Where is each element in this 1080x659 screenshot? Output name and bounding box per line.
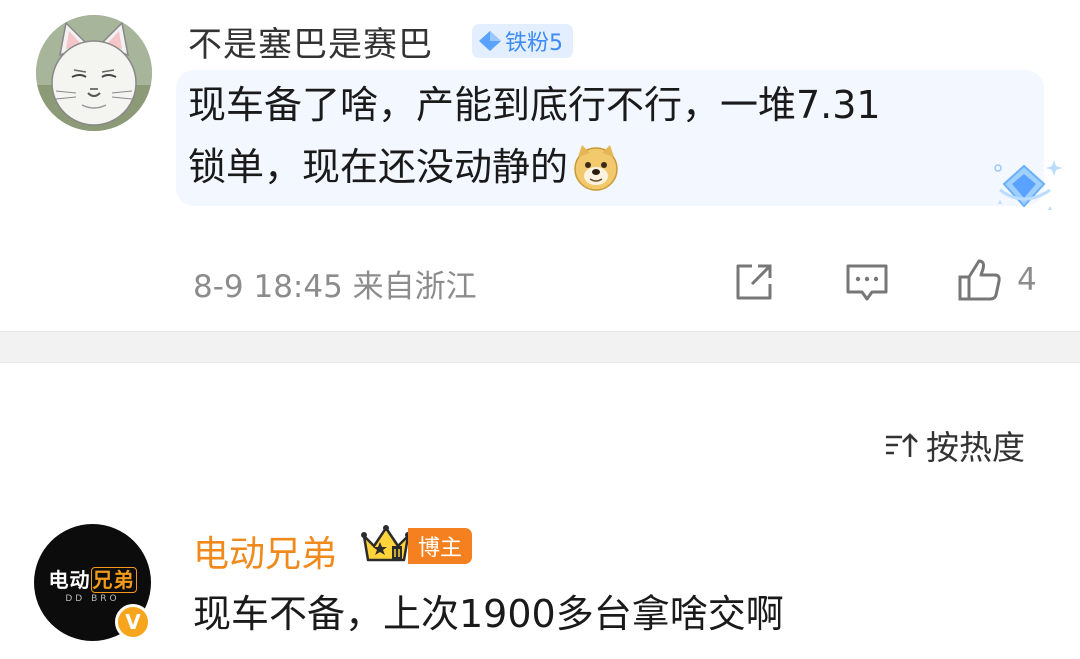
sort-by-heat-button[interactable]: 按热度: [882, 421, 1025, 469]
comment-icon: [846, 264, 888, 301]
avatar-logo-sub: DD BRO: [65, 594, 120, 604]
diamond-sparkle-icon: [990, 156, 1066, 220]
username[interactable]: 不是塞巴是赛巴: [188, 17, 433, 66]
comment-text-line-2-text: 锁单，现在还没动静的: [188, 145, 569, 189]
comment-text-line-2: 锁单，现在还没动静的: [188, 136, 620, 198]
sort-label: 按热度: [926, 428, 1025, 467]
doge-emoji-icon: [574, 145, 618, 191]
cat-avatar-icon: [36, 15, 152, 131]
comment-text: 现车不备，上次1900多台拿啥交啊: [193, 592, 784, 636]
diamond-icon: [479, 31, 501, 51]
badge-label: 铁粉5: [505, 31, 563, 56]
fan-level-badge[interactable]: 铁粉5: [472, 24, 573, 58]
comment-text-line-1: 现车备了啥，产能到底行不行，一堆7.31: [188, 83, 881, 127]
avatar-logo-a: 电动: [48, 568, 91, 592]
share-button[interactable]: [730, 258, 778, 306]
comment-button[interactable]: [842, 258, 892, 306]
verified-badge: V: [115, 604, 151, 640]
section-divider: [0, 331, 1080, 363]
avatar-logo-b: 兄弟: [90, 567, 137, 593]
share-icon: [736, 264, 772, 300]
crown-icon: [360, 524, 412, 570]
like-count: 4: [1017, 262, 1037, 298]
like-button[interactable]: 4: [955, 253, 1051, 307]
user-avatar[interactable]: [36, 15, 152, 131]
blogger-username[interactable]: 电动兄弟: [193, 525, 337, 577]
avatar-logo: 电动 兄弟: [34, 564, 151, 593]
thumbs-up-icon: [958, 259, 1001, 301]
sort-icon: [886, 433, 918, 457]
comment-meta: 8-9 18:45 来自浙江: [193, 269, 477, 305]
blogger-badge: 博主: [408, 528, 473, 564]
